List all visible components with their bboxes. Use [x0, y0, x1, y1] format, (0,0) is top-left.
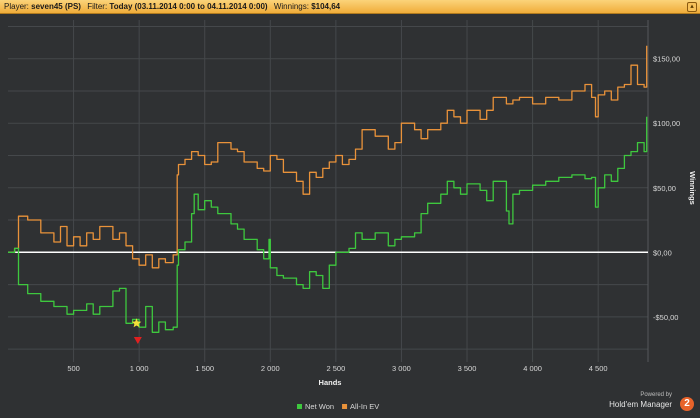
y-axis-title: Winnings — [688, 171, 697, 205]
x-tick-label: 500 — [67, 364, 80, 373]
legend: Net Won All-In EV — [297, 402, 379, 411]
legend-swatch — [342, 404, 348, 409]
y-tick-label: $100,00 — [653, 119, 680, 128]
winnings-graph: 500 1 000 1 500 2 000 2 500 3 000 3 500 4 000 4 … — [8, 20, 697, 411]
x-tick-label: 3 000 — [392, 364, 411, 373]
grid-lines — [8, 20, 649, 362]
x-tick-label: 3 500 — [458, 364, 477, 373]
y-axis-ticks: -$50,00 $0,00 $50,00 $100,00 $150,00 — [653, 55, 680, 322]
y-tick-label: -$50,00 — [653, 313, 678, 322]
y-tick-label: $0,00 — [653, 248, 672, 257]
y-tick-label: $50,00 — [653, 184, 676, 193]
brand-name: Hold'em Manager — [609, 400, 672, 409]
legend-label: Net Won — [305, 402, 334, 411]
x-tick-label: 2 000 — [261, 364, 280, 373]
powered-by-text: Powered by — [640, 392, 672, 398]
holdem-manager-logo-icon: 2 — [680, 397, 694, 411]
series-lines — [8, 45, 648, 333]
legend-swatch — [297, 404, 302, 409]
legend-label: All-In EV — [350, 402, 379, 411]
event-markers — [131, 318, 142, 345]
x-tick-label: 1 500 — [195, 364, 214, 373]
x-tick-label: 2 500 — [326, 364, 345, 373]
x-axis-ticks: 500 1 000 1 500 2 000 2 500 3 000 3 500 4 000 4 … — [67, 364, 607, 373]
branding: Powered by Hold'em Manager 2 — [609, 392, 694, 414]
x-axis-title: Hands — [319, 378, 342, 387]
y-tick-label: $150,00 — [653, 55, 680, 64]
series-line-net-won — [8, 116, 648, 333]
triangle-marker-icon — [133, 337, 142, 345]
x-tick-label: 4 500 — [589, 364, 608, 373]
series-line-all-in-ev — [8, 45, 648, 269]
x-tick-label: 1 000 — [130, 364, 149, 373]
x-tick-label: 4 000 — [523, 364, 542, 373]
